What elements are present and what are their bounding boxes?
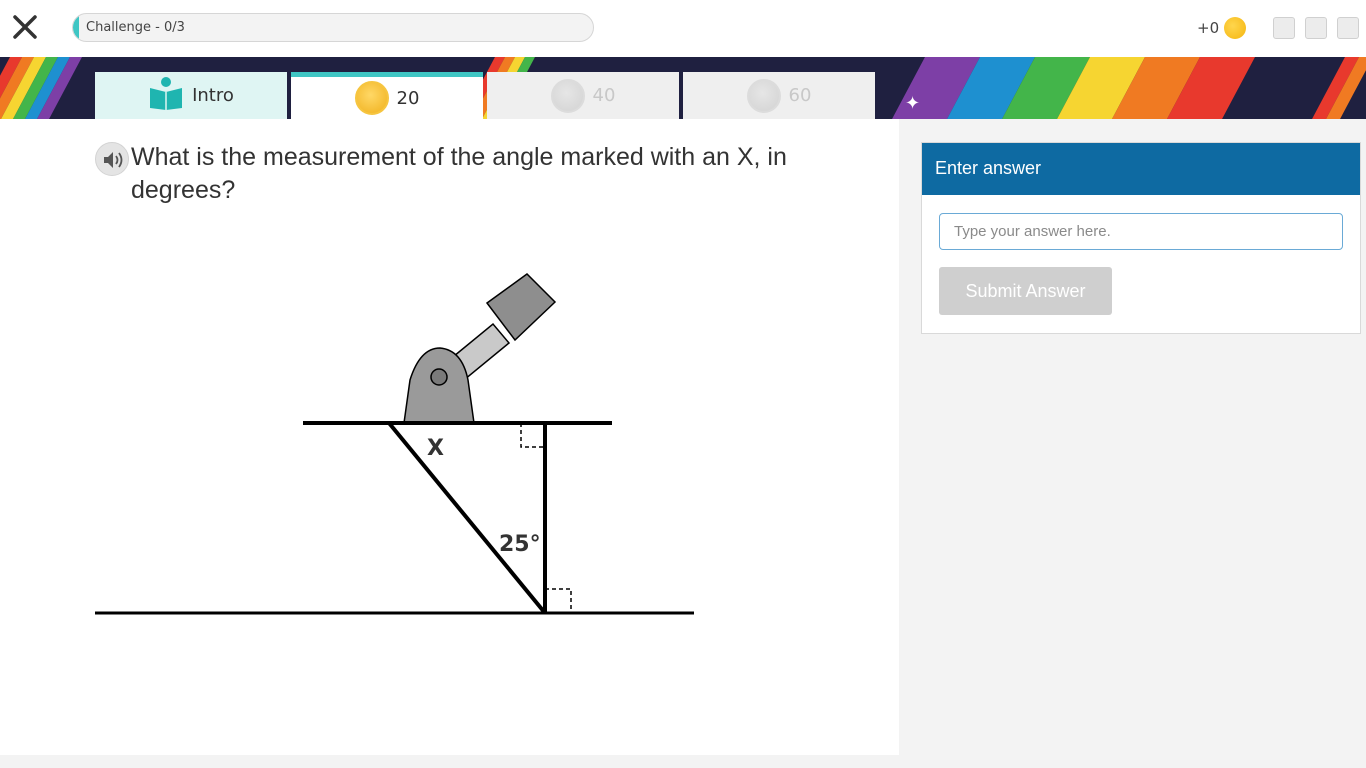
- tab-level-20-label: 20: [396, 87, 420, 109]
- toolbar-button-3[interactable]: [1337, 17, 1359, 39]
- toolbar-button-1[interactable]: [1273, 17, 1295, 39]
- top-bar: Challenge - 0/3 +0: [0, 0, 1366, 57]
- tab-level-20[interactable]: 20: [291, 72, 483, 119]
- grey-medal-icon: [550, 78, 585, 113]
- answer-panel-title: Enter answer: [922, 143, 1360, 195]
- tab-intro[interactable]: Intro: [95, 72, 287, 119]
- bottom-strip: [0, 755, 1366, 768]
- coin-icon: [1224, 17, 1247, 39]
- submit-answer-button[interactable]: Submit Answer: [939, 267, 1112, 315]
- grey-medal-icon: [746, 78, 781, 113]
- close-icon[interactable]: [10, 12, 40, 42]
- sparkle-icon: ✦: [905, 93, 921, 114]
- coin-counter: +0: [1197, 17, 1247, 39]
- tab-level-60[interactable]: 60: [683, 72, 875, 119]
- progress-label: Challenge - 0/3: [86, 20, 185, 35]
- geometry-diagram: X 25°: [95, 273, 694, 615]
- angle-x-label: X: [427, 436, 444, 461]
- tab-level-40[interactable]: 40: [487, 72, 679, 119]
- answer-panel: Enter answer Submit Answer: [921, 142, 1361, 334]
- angle-25-label: 25°: [499, 532, 541, 557]
- tab-intro-label: Intro: [192, 85, 234, 106]
- toolbar-button-2[interactable]: [1305, 17, 1327, 39]
- tab-level-40-label: 40: [592, 85, 616, 106]
- gold-medal-icon: [354, 81, 389, 115]
- challenge-progress-bar: Challenge - 0/3: [72, 13, 594, 42]
- progress-fill: [73, 14, 79, 41]
- answer-input[interactable]: [939, 213, 1343, 250]
- tab-level-60-label: 60: [788, 85, 812, 106]
- coin-count: +0: [1197, 19, 1220, 37]
- telescope-illustration: [403, 273, 557, 424]
- book-icon: [148, 76, 184, 115]
